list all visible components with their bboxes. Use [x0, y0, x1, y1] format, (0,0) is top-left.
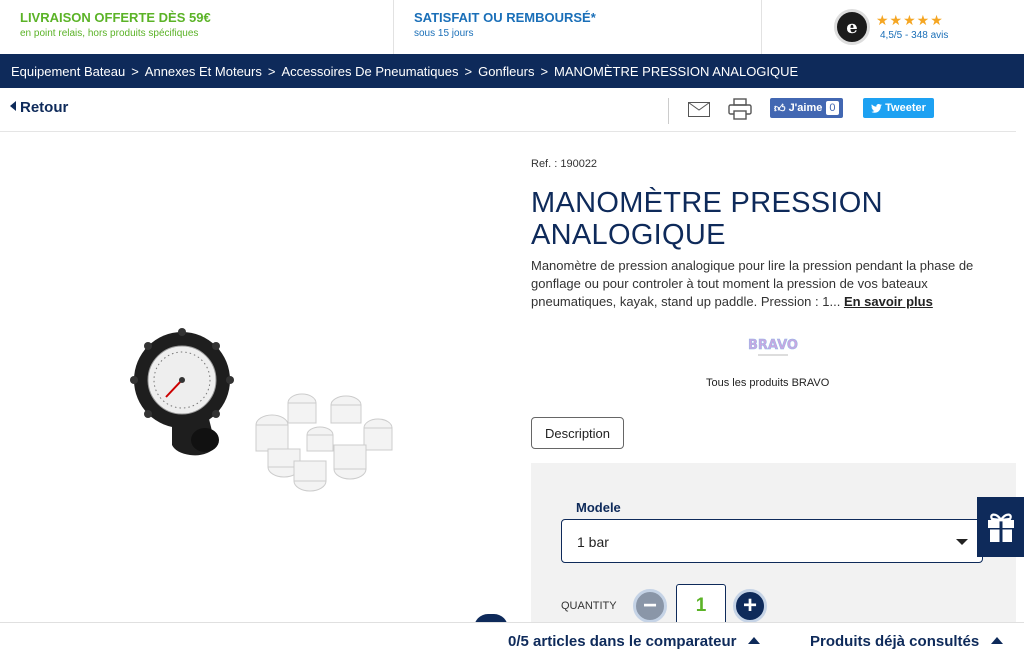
rating-text: 4,5/5 - 348 avis — [880, 30, 949, 41]
gift-icon — [987, 513, 1014, 542]
tweet-button[interactable]: Tweeter — [863, 98, 934, 118]
quantity-increase-button[interactable]: + — [733, 589, 767, 623]
tweet-label: Tweeter — [885, 102, 926, 114]
description-button[interactable]: Description — [531, 417, 624, 449]
read-more-link[interactable]: En savoir plus — [844, 294, 933, 309]
comparator-label: 0/5 articles dans le comparateur — [508, 633, 737, 650]
product-description: Manomètre de pression analogique pour li… — [531, 257, 1011, 311]
shipping-subtitle: en point relais, hors produits spécifiqu… — [20, 28, 199, 39]
chevron-up-icon — [991, 637, 1004, 644]
minus-icon: − — [642, 592, 657, 619]
recently-viewed-label: Produits déjà consultés — [810, 633, 980, 650]
mail-icon[interactable] — [688, 102, 710, 117]
guarantee-subtitle: sous 15 jours — [414, 28, 474, 39]
gift-button[interactable] — [977, 497, 1024, 557]
model-selected-value: 1 bar — [577, 534, 609, 550]
like-count: 0 — [826, 101, 839, 115]
product-title: MANOMÈTRE PRESSION ANALOGIQUE — [531, 187, 883, 251]
breadcrumb-item[interactable]: Gonfleurs — [478, 64, 534, 79]
action-bar: Retour 👍︎ J'aime 0 Tweeter — [0, 88, 1016, 132]
plus-icon: + — [742, 592, 757, 619]
breadcrumb-current: MANOMÈTRE PRESSION ANALOGIQUE — [554, 63, 799, 79]
guarantee-promo[interactable]: SATISFAIT OU REMBOURSÉ* sous 15 jours — [394, 0, 762, 54]
like-label: J'aime — [788, 102, 823, 114]
breadcrumb-separator: > — [131, 63, 139, 79]
recently-viewed-toggle[interactable]: Produits déjà consultés — [810, 633, 1004, 650]
purchase-options: Modele 1 bar QUANTITY − 1 + — [531, 463, 1016, 633]
model-select[interactable]: 1 bar — [561, 519, 983, 563]
comparator-toggle[interactable]: 0/5 articles dans le comparateur — [508, 633, 761, 650]
chevron-down-icon — [956, 539, 968, 545]
shipping-promo[interactable]: LIVRAISON OFFERTE DÈS 59€ en point relai… — [0, 0, 394, 54]
breadcrumb-item[interactable]: Accessoires De Pneumatiques — [281, 64, 458, 79]
thumbs-up-icon: 👍︎ — [774, 102, 786, 115]
chevron-up-icon — [748, 637, 761, 644]
brand-products-link[interactable]: Tous les produits BRAVO — [706, 377, 829, 389]
quantity-label: QUANTITY — [561, 600, 617, 612]
back-label: Retour — [20, 99, 69, 116]
shipping-title: LIVRAISON OFFERTE DÈS 59€ — [20, 10, 211, 25]
brand-logo-text: BRAVO — [748, 338, 798, 353]
twitter-bird-icon — [871, 103, 882, 113]
breadcrumb-separator: > — [267, 63, 276, 79]
bottom-bar: 0/5 articles dans le comparateur Produit… — [0, 622, 1024, 660]
model-label: Modele — [576, 500, 621, 515]
guarantee-title: SATISFAIT OU REMBOURSÉ* — [414, 10, 596, 25]
facebook-like-button[interactable]: 👍︎ J'aime 0 — [770, 98, 843, 118]
brand-logo[interactable]: BRAVO — [740, 333, 806, 361]
print-icon[interactable] — [728, 98, 752, 120]
trusted-shops-rating[interactable]: e ★★★★★ 4,5/5 - 348 avis — [762, 0, 1024, 54]
back-arrow-icon — [10, 101, 16, 111]
back-link[interactable]: Retour — [10, 99, 68, 116]
product-reference: Ref. : 190022 — [531, 158, 598, 170]
breadcrumb-item[interactable]: Annexes Et Moteurs — [145, 64, 262, 79]
breadcrumb-separator: > — [540, 63, 549, 79]
product-image[interactable] — [110, 285, 420, 505]
rating-stars: ★★★★★ — [876, 12, 944, 28]
breadcrumb-item[interactable]: Equipement Bateau — [11, 64, 125, 79]
quantity-decrease-button[interactable]: − — [633, 589, 667, 623]
top-banner: LIVRAISON OFFERTE DÈS 59€ en point relai… — [0, 0, 1024, 54]
trusted-shops-logo: e — [834, 9, 870, 45]
breadcrumb: Equipement Bateau > Annexes Et Moteurs >… — [0, 54, 1024, 88]
breadcrumb-separator: > — [464, 63, 473, 79]
divider — [668, 98, 669, 124]
